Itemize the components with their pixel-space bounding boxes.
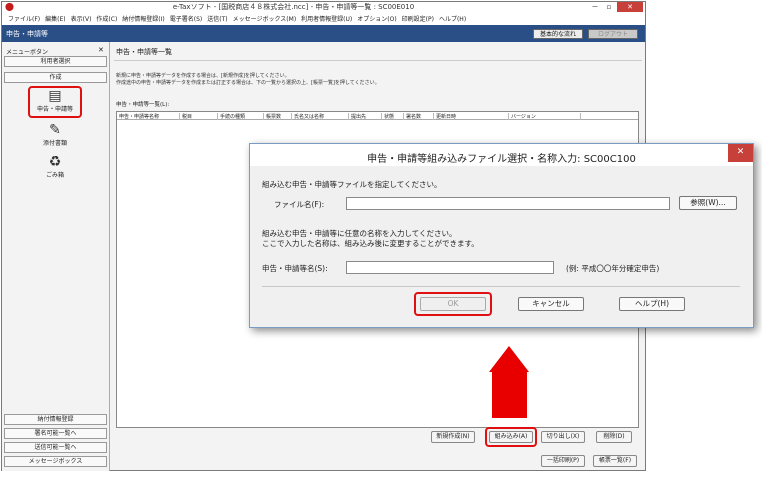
maximize-button[interactable]: ▫	[602, 2, 616, 12]
column-header[interactable]: 帳票数	[264, 113, 292, 120]
column-header[interactable]: バージョン	[509, 113, 581, 120]
export-button[interactable]: 切り出し(X)	[541, 431, 585, 443]
menu-options[interactable]: オプション(O)	[357, 14, 396, 23]
column-header[interactable]: 署名数	[404, 113, 434, 120]
import-file-dialog: 申告・申請等組み込みファイル選択・名称入力: SC00C100 ✕ 組み込む申告…	[249, 143, 754, 328]
new-button[interactable]: 新規作成(N)	[431, 431, 475, 443]
menu-edit[interactable]: 編集(E)	[45, 14, 65, 23]
name-example: (例: 平成〇〇年分確定申告)	[566, 264, 660, 273]
instruction-line: 作成途中の申告・申請等データを作成または訂正する場合は、下の一覧から選択の上、[…	[116, 80, 380, 86]
name-instruction: ここで入力した名称は、組み込み後に変更することができます。	[262, 239, 479, 248]
file-name-input[interactable]	[346, 197, 670, 210]
trash-can-icon: ♻	[48, 154, 62, 170]
divider	[114, 60, 642, 61]
column-header[interactable]: 更新日時	[434, 113, 509, 120]
column-header[interactable]: 状態	[382, 113, 404, 120]
dialog-title: 申告・申請等組み込みファイル選択・名称入力: SC00C100	[367, 154, 636, 165]
message-box-button[interactable]: メッセージボックス	[4, 456, 107, 467]
print-all-button[interactable]: 一括印刷(P)	[541, 455, 585, 467]
red-arrow-shaft	[492, 372, 527, 418]
toolbar: 申告・申請等 基本的な流れ ログアウト	[2, 25, 645, 42]
logout-button[interactable]: ログアウト	[588, 29, 638, 39]
table-header: 申告・申請等名称 税目 手続の種類 帳票数 氏名又は名称 提出先 状態 署名数 …	[117, 112, 638, 120]
red-arrow-icon	[489, 346, 529, 372]
file-name-label: ファイル名(F):	[274, 200, 325, 209]
menu-payment-info[interactable]: 納付情報登録(I)	[122, 14, 164, 23]
name-label: 申告・申請等名(S):	[262, 264, 328, 273]
menu-create[interactable]: 作成(C)	[96, 14, 117, 23]
window-title: e-Taxソフト - [国税商店４８株式会社.ncc] - 申告・申請等一覧 :…	[172, 3, 415, 11]
attachment-document-icon: ✎	[49, 122, 61, 138]
title-bar: ⬤ e-Taxソフト - [国税商店４８株式会社.ncc] - 申告・申請等一覧…	[2, 2, 645, 12]
sidebar-item-attachments[interactable]: ✎ 添付書類	[30, 122, 80, 147]
sendable-list-button[interactable]: 送信可能一覧へ	[4, 442, 107, 453]
highlight-box-sidebar	[28, 86, 82, 118]
sidebar-header: メニューボタン	[6, 49, 49, 56]
window-close-button[interactable]: ✕	[617, 2, 643, 12]
column-header[interactable]: 提出先	[349, 113, 382, 120]
basic-flow-button[interactable]: 基本的な流れ	[533, 29, 583, 39]
instructions: 新規に申告・申請等データを作成する場合は、[新規作成]を押してください。 作成途…	[116, 73, 380, 87]
file-instruction: 組み込む申告・申請等ファイルを指定してください。	[262, 180, 442, 189]
signable-list-button[interactable]: 署名可能一覧へ	[4, 428, 107, 439]
menu-send[interactable]: 送信(T)	[207, 14, 227, 23]
help-button[interactable]: ヘルプ(H)	[619, 297, 685, 311]
payment-info-button[interactable]: 納付情報登録	[4, 414, 107, 425]
minimize-button[interactable]: －	[588, 2, 602, 12]
column-header[interactable]: 氏名又は名称	[292, 113, 349, 120]
toolbar-caption: 申告・申請等	[6, 30, 48, 38]
highlight-box-ok	[414, 292, 492, 316]
menu-help[interactable]: ヘルプ(H)	[439, 14, 466, 23]
instruction-line: 新規に申告・申請等データを作成する場合は、[新規作成]を押してください。	[116, 73, 290, 79]
sidebar-item-label: ごみ箱	[45, 172, 64, 179]
cancel-button[interactable]: キャンセル	[518, 297, 584, 311]
name-input[interactable]	[346, 261, 554, 274]
column-header[interactable]: 申告・申請等名称	[117, 113, 180, 120]
menu-user-info[interactable]: 利用者情報登録(U)	[301, 14, 352, 23]
create-section-header[interactable]: 作成	[4, 72, 107, 83]
menu-file[interactable]: ファイル(F)	[8, 14, 40, 23]
column-header[interactable]: 税目	[180, 113, 218, 120]
menu-print-settings[interactable]: 印刷設定(P)	[402, 14, 434, 23]
dialog-divider	[262, 286, 740, 287]
menu-view[interactable]: 表示(V)	[71, 14, 92, 23]
sidebar-item-label: 添付書類	[42, 140, 67, 147]
menu-bar: ファイル(F) 編集(E) 表示(V) 作成(C) 納付情報登録(I) 電子署名…	[2, 12, 645, 25]
user-select-button[interactable]: 利用者選択	[4, 56, 107, 67]
list-label: 申告・申請等一覧(L):	[116, 102, 170, 108]
sidebar-close-icon[interactable]: ✕	[98, 46, 104, 54]
column-header[interactable]: 手続の種類	[218, 113, 264, 120]
menu-signature[interactable]: 電子署名(S)	[170, 14, 203, 23]
browse-button[interactable]: 参照(W)...	[679, 196, 737, 210]
sidebar: メニューボタン ✕ 利用者選択 作成 ▤ 申告・申請等 ✎ 添付書類 ♻ ごみ箱…	[2, 42, 110, 471]
sidebar-item-trash[interactable]: ♻ ごみ箱	[30, 154, 80, 179]
page-title: 申告・申請等一覧	[116, 48, 172, 56]
form-list-button[interactable]: 帳票一覧(F)	[593, 455, 637, 467]
dialog-body: 組み込む申告・申請等ファイルを指定してください。 ファイル名(F): 参照(W)…	[250, 166, 753, 327]
delete-button[interactable]: 削除(D)	[596, 431, 632, 443]
highlight-box-import	[485, 427, 537, 447]
dialog-title-bar: 申告・申請等組み込みファイル選択・名称入力: SC00C100 ✕	[250, 144, 753, 166]
menu-message-box[interactable]: メッセージボックス(M)	[233, 14, 297, 23]
dialog-close-button[interactable]: ✕	[728, 144, 753, 162]
